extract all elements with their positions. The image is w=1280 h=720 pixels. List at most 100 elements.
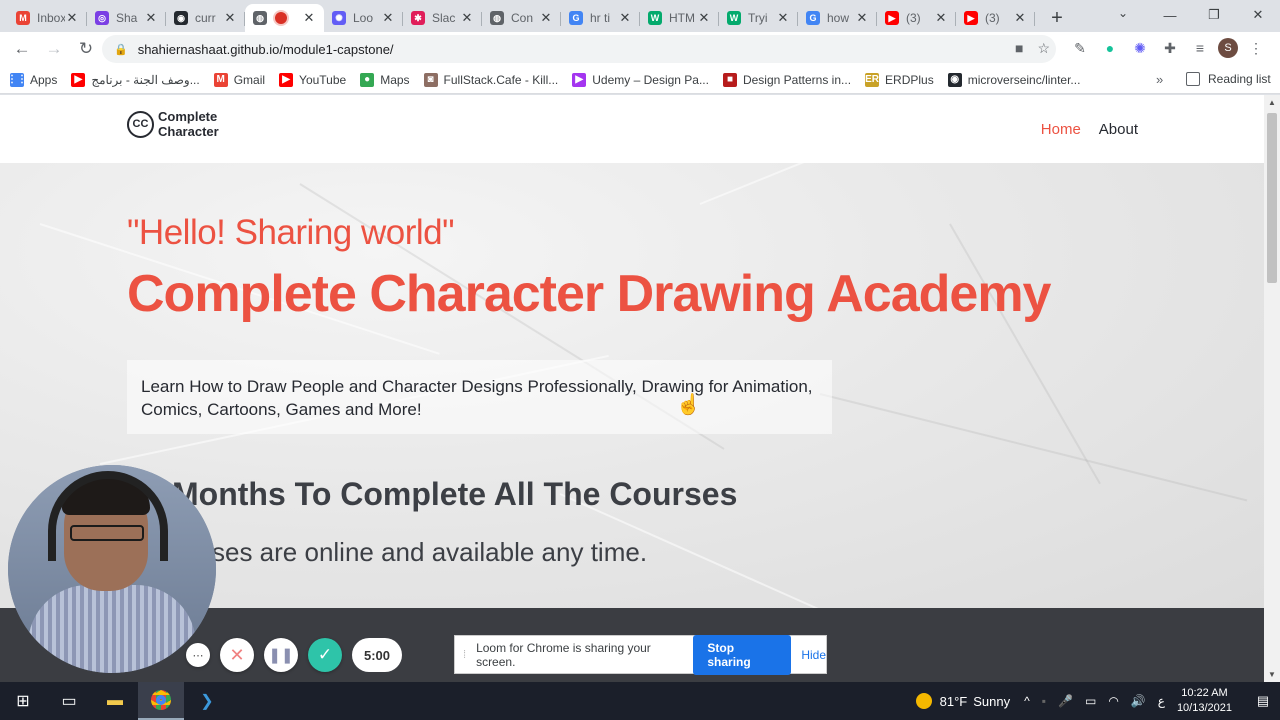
hide-sharing-button[interactable]: Hide [801, 648, 826, 662]
bookmark-item[interactable]: ▶ Udemy – Design Pa... [572, 72, 709, 87]
menu-kebab-icon[interactable]: ⋮ [1244, 36, 1268, 60]
vscode-taskbar-icon[interactable]: ❯ [184, 682, 230, 720]
close-tab-icon[interactable]: ✕ [697, 10, 711, 26]
recording-indicator-icon [275, 12, 287, 24]
bookmark-item[interactable]: M Gmail [213, 72, 265, 87]
taskbar-clock[interactable]: 10:22 AM 10/13/2021 [1177, 686, 1232, 716]
scrollbar-thumb[interactable] [1267, 113, 1277, 283]
url-text[interactable]: shahiernashaat.github.io/module1-capston… [138, 42, 394, 57]
weather-desc: Sunny [973, 693, 1011, 709]
address-bar[interactable]: 🔒 shahiernashaat.github.io/module1-capst… [102, 35, 1056, 63]
loom-timer: 5:00 [352, 638, 402, 672]
file-explorer-icon[interactable]: ▬ [92, 682, 138, 720]
bookmark-item[interactable]: ● Maps [360, 72, 410, 87]
close-tab-icon[interactable]: ✕ [934, 10, 948, 26]
hero-intro: Learn How to Draw People and Character D… [127, 360, 832, 434]
loom-finish-button[interactable]: ✓ [308, 638, 342, 672]
browser-tab[interactable]: W Tryi ✕ [719, 4, 798, 32]
close-window-button[interactable]: ✕ [1236, 0, 1280, 30]
chrome-taskbar-icon[interactable] [138, 682, 184, 720]
bookmark-item[interactable]: ⋮⋮ Apps [7, 72, 58, 87]
grammarly-extension-icon[interactable]: ● [1098, 36, 1122, 60]
bookmark-item[interactable]: ◙ FullStack.Cafe - Kill... [423, 72, 558, 87]
eyedropper-extension-icon[interactable]: ✎ [1068, 36, 1092, 60]
camera-in-use-icon[interactable]: ■ [1015, 40, 1023, 57]
microphone-icon[interactable]: 🎤 [1058, 694, 1073, 708]
nav-link-home[interactable]: Home [1041, 121, 1081, 138]
reading-list-button[interactable]: Reading list [1186, 72, 1271, 86]
stop-sharing-button[interactable]: Stop sharing [693, 634, 792, 675]
close-tab-icon[interactable]: ✕ [144, 10, 158, 26]
close-tab-icon[interactable]: ✕ [65, 10, 79, 26]
bookmark-label: ERDPlus [885, 72, 934, 87]
wifi-icon[interactable]: ◠ [1108, 694, 1118, 708]
restore-button[interactable]: ❐ [1192, 0, 1236, 30]
close-tab-icon[interactable]: ✕ [381, 10, 395, 26]
browser-tab[interactable]: ◍ Con ✕ [482, 4, 561, 32]
reload-button[interactable]: ↻ [70, 33, 102, 65]
bookmark-item[interactable]: ▶ وصف الجنة - برنامج... [71, 72, 200, 87]
browser-tab[interactable]: ✱ Slac ✕ [403, 4, 482, 32]
bookmark-star-icon[interactable]: ☆ [1037, 40, 1050, 57]
bookmark-item[interactable]: ■ Design Patterns in... [722, 72, 851, 87]
browser-tab[interactable]: ◎ Sha ✕ [87, 4, 166, 32]
minimize-button[interactable]: — [1148, 0, 1192, 30]
scroll-down-arrow-icon[interactable]: ▼ [1268, 670, 1276, 679]
page-scrollbar[interactable]: ▲ ▼ [1264, 95, 1280, 682]
close-tab-icon[interactable]: ✕ [223, 10, 237, 26]
close-tab-icon[interactable]: ✕ [776, 10, 790, 26]
close-tab-icon[interactable]: ✕ [618, 10, 632, 26]
tray-app-icon[interactable]: ▪ [1042, 694, 1046, 708]
nav-link-about[interactable]: About [1099, 121, 1138, 138]
media-queue-icon[interactable]: ≡ [1188, 36, 1212, 60]
bookmark-item[interactable]: ER ERDPlus [865, 72, 934, 87]
browser-toolbar: ← → ↻ 🔒 shahiernashaat.github.io/module1… [0, 32, 1280, 66]
browser-tab[interactable]: ◍ ✕ [245, 4, 324, 32]
lock-icon[interactable]: 🔒 [114, 43, 128, 56]
browser-tab[interactable]: ▶ (3) ✕ [877, 4, 956, 32]
bookmark-label: Apps [30, 72, 58, 87]
task-view-icon[interactable]: ▭ [46, 682, 92, 720]
browser-tab[interactable]: W HTM ✕ [640, 4, 719, 32]
browser-tab[interactable]: ✺ Loo ✕ [324, 4, 403, 32]
site-logo[interactable]: CC Complete Character [127, 109, 219, 139]
maps-pin-icon: ● [360, 72, 375, 87]
forward-button[interactable]: → [38, 33, 70, 65]
bookmark-item[interactable]: ▶ YouTube [279, 72, 346, 87]
browser-tab[interactable]: ▶ (3) ✕ [956, 4, 1035, 32]
back-button[interactable]: ← [6, 33, 38, 65]
loom-more-button[interactable]: ⋯ [186, 643, 210, 667]
notification-center-icon[interactable]: ▤ [1246, 693, 1280, 709]
bookmarks-overflow-icon[interactable]: » [1156, 72, 1163, 87]
scroll-up-arrow-icon[interactable]: ▲ [1268, 98, 1276, 107]
browser-tab[interactable]: Ghow ✕ [798, 4, 877, 32]
new-tab-button[interactable]: + [1043, 4, 1071, 32]
close-tab-icon[interactable]: ✕ [302, 10, 316, 26]
loom-cancel-button[interactable]: ✕ [220, 638, 254, 672]
browser-tab[interactable]: M Inbox ✕ [8, 4, 87, 32]
loom-extension-icon[interactable]: ✺ [1128, 36, 1152, 60]
browser-tab[interactable]: Ghr ti ✕ [561, 4, 640, 32]
weather-widget[interactable]: 81°F Sunny [915, 693, 1011, 709]
close-tab-icon[interactable]: ✕ [1013, 10, 1027, 26]
windows-start-icon[interactable]: ⊞ [0, 682, 46, 720]
close-tab-icon[interactable]: ✕ [855, 10, 869, 26]
input-language[interactable]: ع [1158, 694, 1165, 708]
drag-handle-icon[interactable]: ⁞ [463, 649, 466, 661]
close-tab-icon[interactable]: ✕ [539, 10, 553, 26]
github-icon: ◉ [174, 11, 188, 25]
bookmark-item[interactable]: ◉ microverseinc/linter... [947, 72, 1080, 87]
close-tab-icon[interactable]: ✕ [460, 10, 474, 26]
erdplus-icon: ER [865, 72, 880, 87]
browser-tab[interactable]: ◉ curr ✕ [166, 4, 245, 32]
tab-search-icon[interactable]: ⌄ [1118, 6, 1128, 20]
tab-title: curr [195, 11, 216, 25]
battery-icon[interactable]: ▭ [1085, 694, 1096, 708]
tab-list: M Inbox ✕ ◎ Sha ✕ ◉ curr ✕ ◍ ✕ ✺ Loo ✕ ✱ Slac ✕ ◍ Con ✕ Ghr … [0, 0, 1035, 32]
volume-icon[interactable]: 🔊 [1131, 694, 1146, 708]
loom-pause-button[interactable]: ❚❚ [264, 638, 298, 672]
loom-webcam-bubble[interactable] [8, 465, 216, 673]
tray-chevron-up-icon[interactable]: ^ [1024, 694, 1030, 708]
profile-avatar[interactable]: S [1218, 38, 1238, 58]
extensions-puzzle-icon[interactable]: ✚ [1158, 36, 1182, 60]
